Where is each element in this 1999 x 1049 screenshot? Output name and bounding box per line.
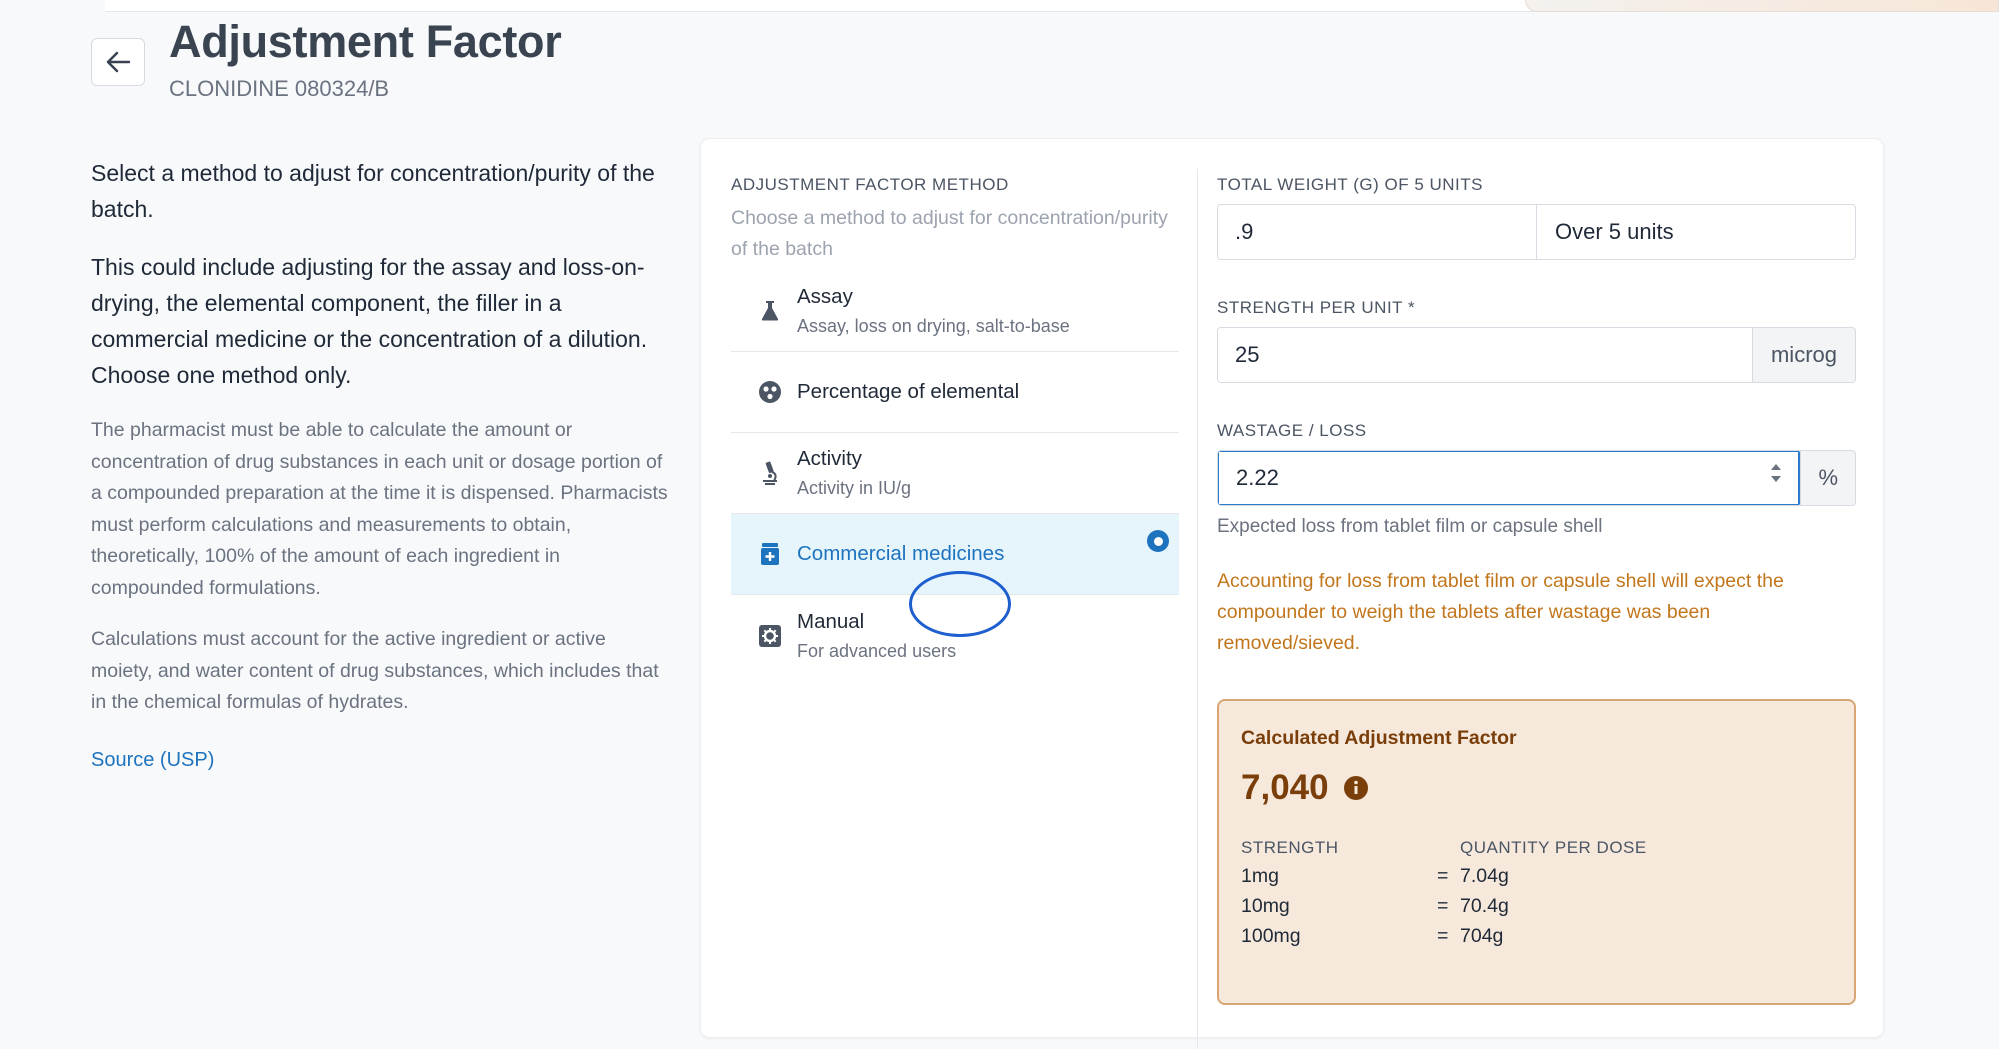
caret-up-icon[interactable] [1770,463,1782,471]
wastage-hint: Expected loss from tablet film or capsul… [1217,516,1603,537]
intro-text-1: Select a method to adjust for concentrat… [91,160,655,222]
total-weight-input[interactable] [1218,205,1536,259]
flask-icon [757,298,783,324]
usp-paragraph-2: Calculations must account for the active… [91,628,659,713]
adjustment-factor-value: 7,040 [1241,768,1329,807]
row-quantity: 70.4g [1460,895,1509,917]
back-button[interactable] [91,38,145,86]
method-selector: ADJUSTMENT FACTOR METHOD Choose a method… [731,175,1179,676]
intro-text-2: This could include adjusting for the ass… [91,254,648,388]
result-title: Calculated Adjustment Factor [1241,727,1517,749]
wastage-warning: Accounting for loss from tablet film or … [1217,570,1784,654]
calculated-adjustment-factor-panel: Calculated Adjustment Factor 7,040 STREN… [1217,699,1856,1005]
method-item-manual[interactable]: Manual For advanced users [731,595,1179,676]
top-notification-edge [1525,0,1999,12]
table-row: 100mg = 704g [1241,925,1832,948]
selected-radio-indicator[interactable] [1147,530,1169,552]
atom-icon [757,379,783,405]
method-item-assay[interactable]: Assay Assay, loss on drying, salt-to-bas… [731,271,1179,352]
wastage-loss-input[interactable] [1219,452,1799,504]
row-quantity: 704g [1460,925,1504,947]
usp-paragraph-1: The pharmacist must be able to calculate… [91,419,668,599]
method-title: Commercial medicines [797,542,1005,565]
medicine-box-icon [757,541,783,567]
table-row: 10mg = 70.4g [1241,895,1832,918]
method-section-label: ADJUSTMENT FACTOR METHOD [731,175,1009,194]
row-equals: = [1437,895,1449,917]
total-weight-group: Over 5 units [1217,204,1856,260]
method-subtitle: For advanced users [797,640,957,661]
method-item-commercial-medicines[interactable]: Commercial medicines [731,514,1179,595]
adjustment-card: ADJUSTMENT FACTOR METHOD Choose a method… [700,138,1884,1049]
method-title: Activity [797,447,862,470]
source-usp-link[interactable]: Source (USP) [91,749,214,772]
method-item-percentage-elemental[interactable]: Percentage of elemental [731,352,1179,433]
dose-table-header: STRENGTH QUANTITY PER DOSE [1241,838,1832,858]
method-title: Assay [797,285,853,308]
info-column: Select a method to adjust for concentrat… [91,155,671,772]
info-icon[interactable] [1343,775,1369,801]
strength-per-unit-group: microg [1217,327,1856,383]
row-equals: = [1437,925,1449,947]
number-spinner[interactable] [1770,463,1782,483]
strength-per-unit-input[interactable] [1218,328,1752,382]
row-quantity: 7.04g [1460,865,1509,887]
row-equals: = [1437,865,1449,887]
arrow-left-icon [106,51,131,73]
method-title: Percentage of elemental [797,380,1020,403]
method-subtitle: Activity in IU/g [797,478,912,498]
method-item-activity[interactable]: Activity Activity in IU/g [731,433,1179,514]
strength-unit-addon: microg [1751,328,1855,382]
method-form: TOTAL WEIGHT (G) OF 5 UNITS Over 5 units… [1217,175,1856,1005]
microscope-icon [757,460,783,486]
row-strength: 1mg [1241,865,1279,887]
caret-down-icon[interactable] [1770,475,1782,483]
quantity-column-header: QUANTITY PER DOSE [1460,838,1647,857]
page-title: Adjustment Factor [169,16,562,67]
page-subtitle: CLONIDINE 080324/B [169,76,390,101]
total-weight-label: TOTAL WEIGHT (G) OF 5 UNITS [1217,175,1483,194]
header-spacer [1437,838,1460,858]
row-strength: 100mg [1241,925,1301,947]
table-row: 1mg = 7.04g [1241,865,1832,888]
strength-column-header: STRENGTH [1241,838,1339,857]
wastage-input-wrapper [1218,451,1801,505]
manual-cog-icon [757,623,783,649]
result-value-row: 7,040 [1241,768,1832,808]
row-strength: 10mg [1241,895,1290,917]
strength-per-unit-label: STRENGTH PER UNIT * [1217,298,1416,317]
method-section-description: Choose a method to adjust for concentrat… [731,207,1168,260]
method-subtitle: Assay, loss on drying, salt-to-base [797,316,1070,336]
wastage-unit-addon: % [1800,451,1855,505]
method-title: Manual [797,609,865,633]
total-weight-units-select[interactable]: Over 5 units [1536,205,1855,259]
card-divider [1197,169,1198,1049]
wastage-loss-group: % [1217,450,1856,506]
wastage-loss-label: WASTAGE / LOSS [1217,421,1367,440]
